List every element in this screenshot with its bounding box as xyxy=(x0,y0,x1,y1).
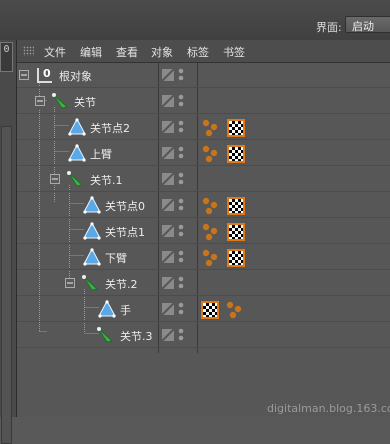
edit-render-toggle-icon[interactable] xyxy=(162,199,174,211)
object-name: 关节点2 xyxy=(90,122,130,135)
tree-row-root[interactable]: 0 根对象 xyxy=(17,63,390,88)
visibility-dots-icon[interactable] xyxy=(178,146,184,160)
object-name: 下臂 xyxy=(105,252,127,265)
joint-icon xyxy=(52,93,69,109)
edit-render-toggle-icon[interactable] xyxy=(162,121,174,133)
left-scrollbar[interactable] xyxy=(1,126,12,444)
visibility-dots-icon[interactable] xyxy=(178,276,184,290)
menu-bar: 文件 编辑 查看 对象 标签 书签 xyxy=(17,40,390,63)
visibility-dots-icon[interactable] xyxy=(178,94,184,108)
weight-tag-icon[interactable] xyxy=(201,144,221,164)
menu-objects[interactable]: 对象 xyxy=(151,44,173,60)
edit-render-toggle-icon[interactable] xyxy=(162,147,174,159)
edit-render-toggle-icon[interactable] xyxy=(162,277,174,289)
object-name: 根对象 xyxy=(59,70,92,83)
object-name: 手 xyxy=(120,304,131,317)
tree-row-joint-3[interactable]: 关节.3 xyxy=(17,323,390,348)
edit-render-toggle-icon[interactable] xyxy=(162,69,174,81)
tree-row-hand[interactable]: 手 xyxy=(17,297,390,322)
watermark-text: digitalman.blog.163.com xyxy=(267,402,390,415)
polygon-object-icon xyxy=(98,300,116,318)
object-name: 关节点1 xyxy=(105,226,145,239)
edit-render-toggle-icon[interactable] xyxy=(162,225,174,237)
tree-row-joint-point-0[interactable]: 关节点0 xyxy=(17,193,390,218)
polygon-object-icon xyxy=(83,196,101,214)
top-bar: 界面: 启动 xyxy=(0,0,390,41)
edit-render-toggle-icon[interactable] xyxy=(162,95,174,107)
visibility-dots-icon[interactable] xyxy=(178,68,184,82)
edit-render-toggle-icon[interactable] xyxy=(162,329,174,341)
collapse-toggle-icon[interactable] xyxy=(19,70,29,80)
weight-tag-icon[interactable] xyxy=(201,118,221,138)
menu-edit[interactable]: 编辑 xyxy=(80,44,102,60)
interface-label: 界面: xyxy=(316,21,342,34)
visibility-dots-icon[interactable] xyxy=(178,224,184,238)
tree-row-joint-2[interactable]: 关节.2 xyxy=(17,271,390,296)
checker-texture-tag-icon[interactable] xyxy=(227,223,245,241)
interface-layout-select[interactable]: 启动 xyxy=(345,16,390,33)
visibility-dots-icon[interactable] xyxy=(178,302,184,316)
visibility-dots-icon[interactable] xyxy=(178,172,184,186)
menu-view[interactable]: 查看 xyxy=(116,44,138,60)
collapse-toggle-icon[interactable] xyxy=(35,96,45,106)
weight-tag-icon[interactable] xyxy=(201,222,221,242)
tree-row-lower-arm[interactable]: 下臂 xyxy=(17,245,390,270)
tree-row-joint-point-1[interactable]: 关节点1 xyxy=(17,219,390,244)
collapse-toggle-icon[interactable] xyxy=(50,174,60,184)
object-name: 关节.1 xyxy=(90,174,123,187)
visibility-dots-icon[interactable] xyxy=(178,328,184,342)
svg-text:0: 0 xyxy=(43,67,51,80)
checker-texture-tag-icon[interactable] xyxy=(227,119,245,137)
edit-render-toggle-icon[interactable] xyxy=(162,173,174,185)
visibility-dots-icon[interactable] xyxy=(178,120,184,134)
coordinate-icon[interactable]: 0 xyxy=(0,42,13,72)
edit-render-toggle-icon[interactable] xyxy=(162,251,174,263)
polygon-object-icon xyxy=(68,118,86,136)
object-name: 关节点0 xyxy=(105,200,145,213)
weight-tag-icon[interactable] xyxy=(201,196,221,216)
checker-texture-tag-icon[interactable] xyxy=(227,249,245,267)
checker-texture-tag-icon[interactable] xyxy=(227,145,245,163)
object-name: 关节 xyxy=(74,96,96,109)
joint-icon xyxy=(67,171,84,187)
visibility-dots-icon[interactable] xyxy=(178,250,184,264)
object-name: 关节.2 xyxy=(105,278,138,291)
object-manager-panel: 文件 编辑 查看 对象 标签 书签 0 根对象 关节 关节点2 上臂 关节.1 … xyxy=(17,40,390,417)
object-tree: 0 根对象 关节 关节点2 上臂 关节.1 关节点0 关节点1 下臂 关节.2 … xyxy=(17,63,390,417)
checker-texture-tag-icon[interactable] xyxy=(201,301,219,319)
panel-grip-icon[interactable] xyxy=(23,46,34,56)
visibility-dots-icon[interactable] xyxy=(178,198,184,212)
joint-icon xyxy=(82,275,99,291)
object-name: 关节.3 xyxy=(120,330,153,343)
weight-tag-icon[interactable] xyxy=(225,300,245,320)
edit-render-toggle-icon[interactable] xyxy=(162,303,174,315)
object-name: 上臂 xyxy=(90,148,112,161)
checker-texture-tag-icon[interactable] xyxy=(227,197,245,215)
tree-row-joint-point-2[interactable]: 关节点2 xyxy=(17,115,390,140)
polygon-object-icon xyxy=(83,248,101,266)
joint-icon xyxy=(97,327,114,343)
weight-tag-icon[interactable] xyxy=(201,248,221,268)
tree-row-joint-1[interactable]: 关节.1 xyxy=(17,167,390,192)
menu-bookmarks[interactable]: 书签 xyxy=(223,44,245,60)
polygon-object-icon xyxy=(83,222,101,240)
menu-tags[interactable]: 标签 xyxy=(187,44,209,60)
polygon-object-icon xyxy=(68,144,86,162)
menu-file[interactable]: 文件 xyxy=(44,44,66,60)
collapse-toggle-icon[interactable] xyxy=(65,278,75,288)
null-object-icon: 0 xyxy=(37,67,52,83)
tree-row-joint[interactable]: 关节 xyxy=(17,89,390,114)
tree-row-upper-arm[interactable]: 上臂 xyxy=(17,141,390,166)
left-tool-strip: 0 xyxy=(0,40,17,444)
